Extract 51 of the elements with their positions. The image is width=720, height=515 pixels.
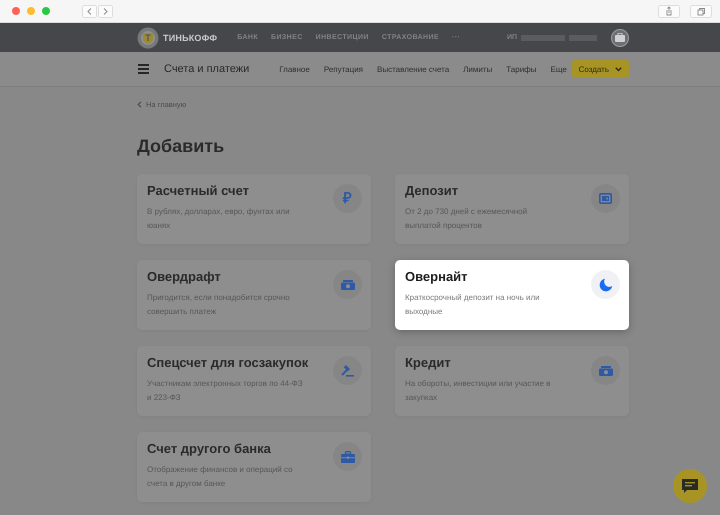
nav-link[interactable]: Главное: [279, 64, 310, 74]
close-window-icon[interactable]: [12, 7, 20, 15]
nav-link[interactable]: Лимиты: [463, 64, 492, 74]
card-title: Депозит: [405, 183, 460, 199]
chat-button[interactable]: [673, 469, 707, 503]
card-title: Счет другого банка: [147, 441, 272, 457]
card-description: В рублях, долларах, евро, фунтах или юанях: [147, 206, 291, 232]
business-avatar[interactable]: [611, 28, 629, 46]
product-card[interactable]: Овернайт Краткосрочный депозит на ночь или выходные: [395, 260, 629, 330]
product-card[interactable]: Спецсчет для госзакупок Участникам электронных торгов по 44-ФЗ и 223-ФЗ: [137, 346, 371, 416]
caret-icon: [615, 66, 622, 72]
menu-icon[interactable]: [138, 64, 149, 74]
card-description: От 2 до 730 дней с ежемесячной выплатой процентов: [405, 206, 528, 232]
card-title: Овердрафт: [147, 269, 222, 285]
card-description: Пригодится, если понадобится срочно совершить платеж: [147, 292, 291, 318]
card-title: Овернайт: [405, 269, 469, 285]
forward-icon[interactable]: [98, 4, 113, 18]
zoom-window-icon[interactable]: [42, 7, 50, 15]
product-card[interactable]: Овердрафт Пригодится, если понадобится срочно совершить платеж: [137, 260, 371, 330]
ruble-icon: ₽: [343, 191, 352, 206]
card-description: На обороты, инвестиции или участие в закупках: [405, 378, 552, 404]
product-card[interactable]: Депозит От 2 до 730 дней с ежемесячной выплатой процентов: [395, 174, 629, 244]
product-card[interactable]: Кредит На обороты, инвестиции или участие в закупках: [395, 346, 629, 416]
briefcase-icon: [340, 450, 354, 462]
tabs-icon[interactable]: [690, 4, 712, 18]
section-title: Счета и платежи: [164, 63, 250, 75]
emblem-icon: [137, 26, 159, 48]
cash-icon: [340, 280, 354, 290]
nav-link[interactable]: Еще: [550, 64, 567, 74]
cash-icon: [598, 366, 612, 376]
gavel-icon: [341, 364, 354, 377]
product-card[interactable]: Расчетный счет В рублях, долларах, евро, фунтах или юанях ₽: [137, 174, 371, 244]
logo-text[interactable]: ТИНЬКОФФ: [163, 32, 218, 42]
chat-icon: [681, 478, 699, 494]
card-title: Кредит: [405, 355, 452, 371]
product-card[interactable]: Счет другого банка Отображение финансов и операций со счета в другом банке: [137, 432, 371, 502]
nav-link[interactable]: Тарифы: [506, 64, 536, 74]
share-icon[interactable]: [658, 4, 680, 18]
nav-link[interactable]: Выставление счета: [377, 64, 450, 74]
card-title: Расчетный счет: [147, 183, 250, 199]
page-heading: Добавить: [137, 135, 226, 157]
card-description: Краткосрочный депозит на ночь или выходные: [405, 292, 541, 318]
back-icon[interactable]: [82, 4, 97, 18]
card-description: Отображение финансов и операций со счета в другом банке: [147, 464, 294, 490]
nav-link[interactable]: Репутация: [324, 64, 364, 74]
card-description: Участникам электронных торгов по 44-ФЗ и 223-ФЗ: [147, 378, 304, 404]
chevron-left-icon: [137, 101, 142, 108]
moon-icon: [598, 278, 612, 292]
card-title: Спецсчет для госзакупок: [147, 355, 310, 371]
create-button[interactable]: Создать: [572, 60, 629, 78]
safe-icon: [599, 193, 612, 204]
